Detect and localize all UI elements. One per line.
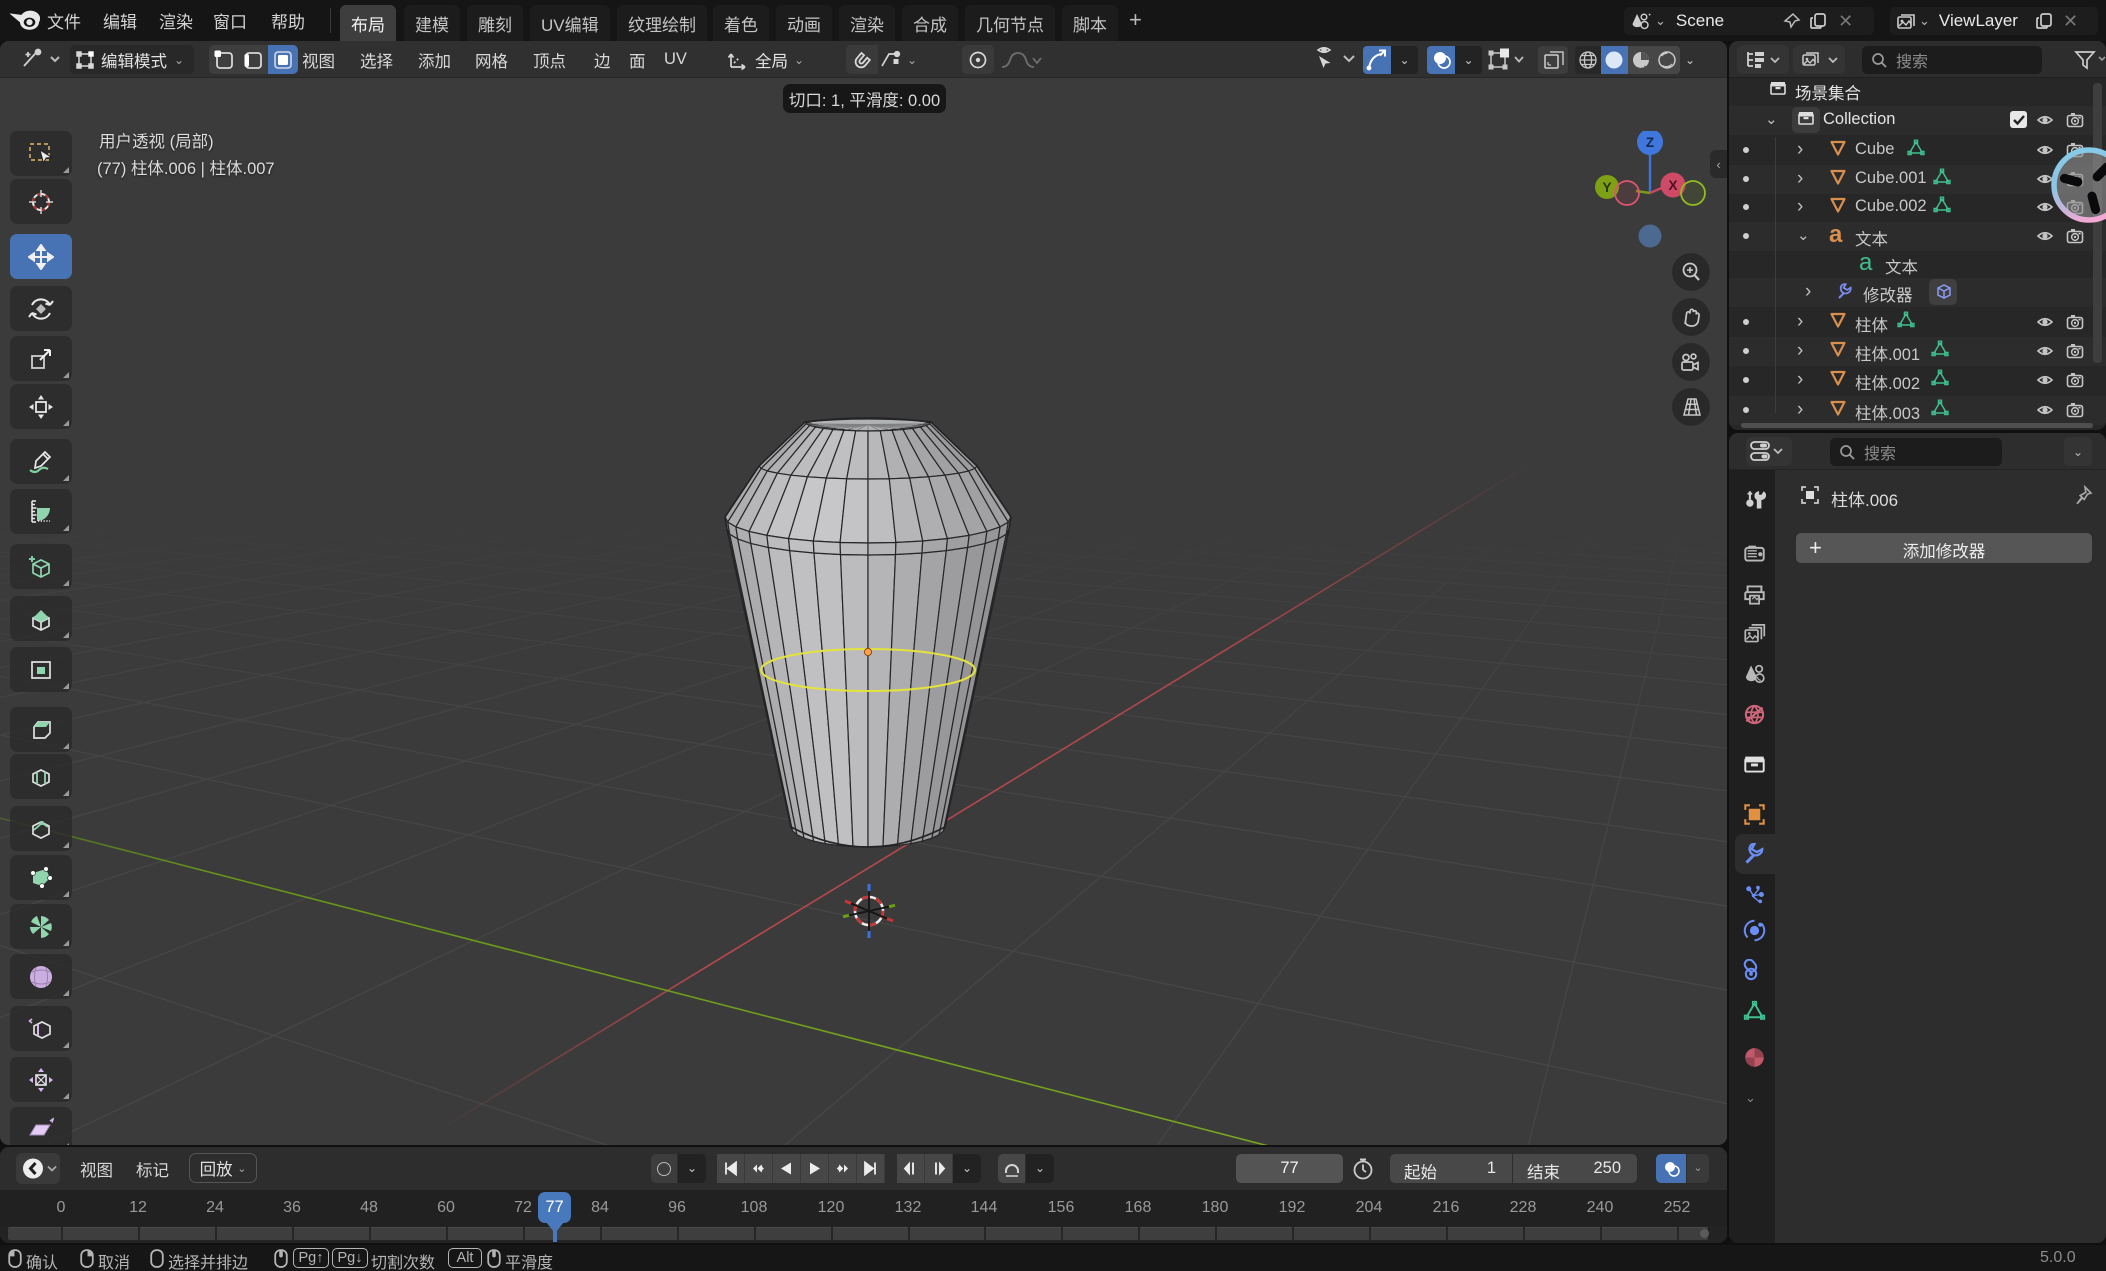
svg-text:X: X — [1668, 178, 1677, 193]
svg-text:Y: Y — [1602, 180, 1611, 195]
svg-text:Z: Z — [1646, 135, 1654, 150]
